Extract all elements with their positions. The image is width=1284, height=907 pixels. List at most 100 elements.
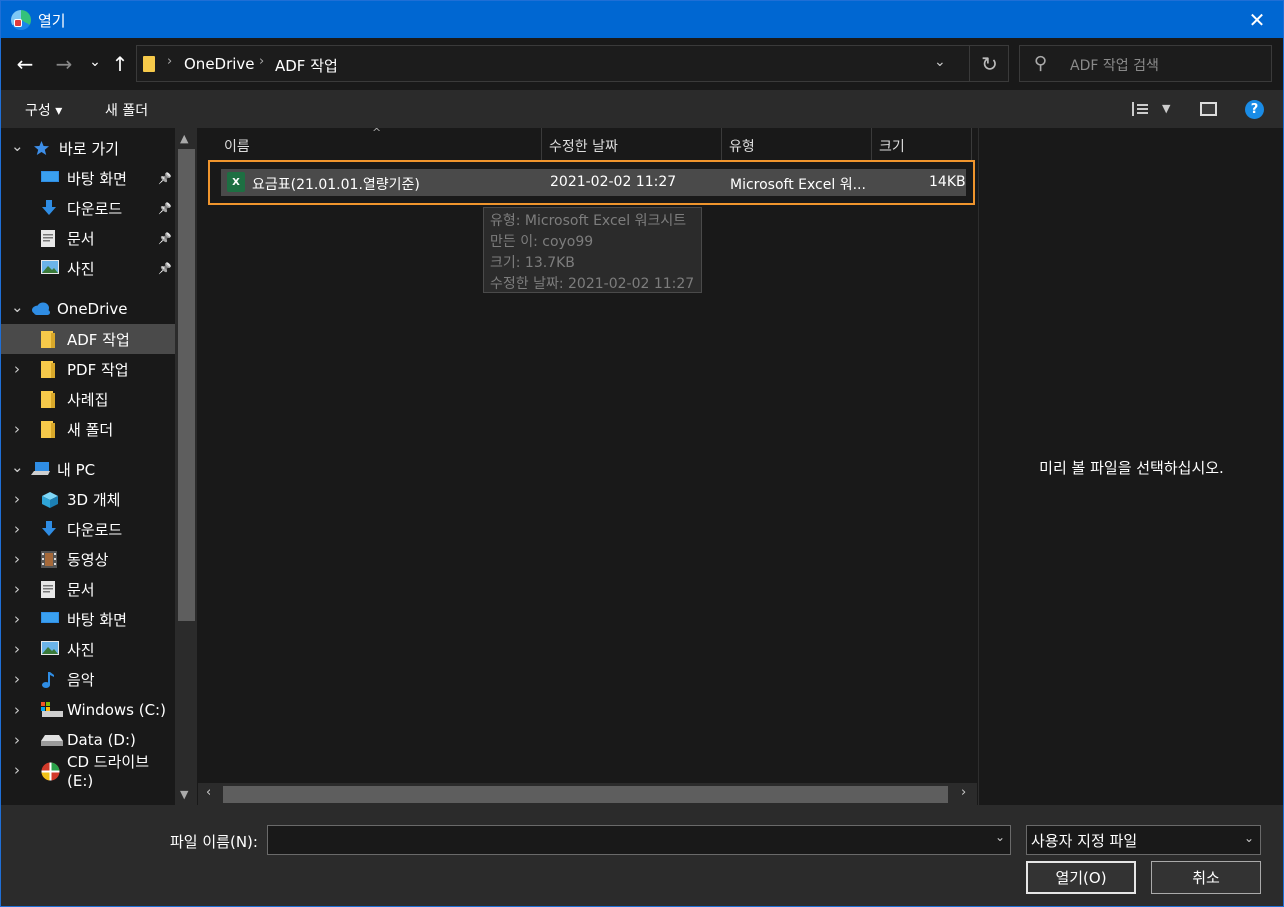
sidebar-item-2[interactable]: 다운로드 📌 bbox=[1, 193, 175, 223]
column-divider[interactable] bbox=[541, 128, 542, 160]
collapsed-chevron-icon[interactable]: › bbox=[11, 670, 23, 688]
sidebar-item-7[interactable]: › PDF 작업 bbox=[1, 354, 175, 384]
sidebar-item-4[interactable]: 사진 📌 bbox=[1, 253, 175, 283]
recent-locations-chevron-icon[interactable]: ⌄ bbox=[83, 50, 107, 74]
breadcrumb-onedrive[interactable]: OneDrive bbox=[184, 55, 255, 73]
sidebar-item-5[interactable]: ⌄ OneDrive bbox=[1, 294, 175, 324]
sidebar-item-label: 문서 bbox=[67, 229, 95, 248]
collapsed-chevron-icon[interactable]: › bbox=[11, 360, 23, 378]
collapsed-chevron-icon[interactable]: › bbox=[11, 580, 23, 598]
cancel-button[interactable]: 취소 bbox=[1151, 861, 1261, 894]
collapsed-chevron-icon[interactable]: › bbox=[11, 420, 23, 438]
sidebar-item-label: Data (D:) bbox=[67, 731, 136, 749]
column-header-type[interactable]: 유형 bbox=[729, 136, 755, 156]
collapsed-chevron-icon[interactable]: › bbox=[11, 640, 23, 658]
star-icon bbox=[33, 140, 50, 155]
file-tooltip: 유형: Microsoft Excel 워크시트 만든 이: coyo99 크기… bbox=[483, 207, 702, 293]
address-dropdown-chevron-icon[interactable]: ⌄ bbox=[934, 54, 946, 70]
filename-field[interactable]: ⌄ bbox=[267, 825, 1011, 855]
file-name[interactable]: 요금표(21.01.01.열량기준) bbox=[252, 174, 420, 194]
filetype-select[interactable]: 사용자 지정 파일 ⌄ bbox=[1026, 825, 1261, 855]
sidebar-item-3[interactable]: 문서 📌 bbox=[1, 223, 175, 253]
sidebar-item-10[interactable]: ⌄ 내 PC bbox=[1, 454, 175, 484]
collapsed-chevron-icon[interactable]: › bbox=[11, 701, 23, 719]
refresh-icon[interactable]: ↻ bbox=[969, 46, 1009, 81]
scroll-right-icon[interactable]: › bbox=[961, 785, 966, 800]
collapsed-chevron-icon[interactable]: › bbox=[11, 610, 23, 628]
sidebar-item-13[interactable]: › 동영상 bbox=[1, 544, 175, 574]
sidebar-item-18[interactable]: › Windows (C:) bbox=[1, 695, 175, 725]
column-divider[interactable] bbox=[971, 128, 972, 160]
scroll-down-icon[interactable]: ▼ bbox=[180, 788, 188, 801]
breadcrumb-separator-icon: › bbox=[167, 54, 173, 69]
drive-d-icon bbox=[41, 732, 63, 747]
file-modified: 2021-02-02 11:27 bbox=[550, 174, 677, 190]
command-toolbar: 구성 ▾ 새 폴더 ▼ ? bbox=[1, 90, 1283, 128]
preview-pane-icon[interactable] bbox=[1200, 102, 1217, 116]
sidebar-item-20[interactable]: › CD 드라이브 (E:) bbox=[1, 753, 175, 790]
search-input[interactable]: ADF 작업 검색 bbox=[1070, 55, 1159, 75]
column-divider[interactable] bbox=[721, 128, 722, 160]
sidebar-scrollbar[interactable]: ▲ ▼ bbox=[175, 128, 197, 805]
column-divider[interactable] bbox=[871, 128, 872, 160]
forward-arrow-icon[interactable]: → bbox=[52, 52, 76, 76]
expanded-chevron-icon[interactable]: ⌄ bbox=[11, 137, 24, 155]
close-icon[interactable]: ✕ bbox=[1237, 3, 1277, 36]
view-options-chevron-icon[interactable]: ▼ bbox=[1162, 102, 1170, 115]
sidebar-item-label: 음악 bbox=[67, 670, 95, 689]
column-header-size[interactable]: 크기 bbox=[879, 136, 905, 156]
collapsed-chevron-icon[interactable]: › bbox=[11, 731, 23, 749]
file-row[interactable]: X 요금표(21.01.01.열량기준) 2021-02-02 11:27 Mi… bbox=[208, 160, 975, 205]
sort-ascending-icon: ^ bbox=[372, 126, 382, 139]
pin-icon: 📌 bbox=[158, 231, 172, 245]
file-row-highlight[interactable]: X 요금표(21.01.01.열량기준) 2021-02-02 11:27 Mi… bbox=[221, 169, 966, 196]
folder-icon bbox=[41, 331, 58, 348]
download-icon bbox=[41, 200, 58, 215]
folder-icon bbox=[41, 361, 58, 378]
sidebar-item-0[interactable]: ⌄ 바로 가기 bbox=[1, 133, 175, 163]
sidebar-item-8[interactable]: 사례집 bbox=[1, 384, 175, 414]
collapsed-chevron-icon[interactable]: › bbox=[11, 490, 23, 508]
back-arrow-icon[interactable]: ← bbox=[13, 52, 37, 76]
sidebar-item-11[interactable]: › 3D 개체 bbox=[1, 484, 175, 514]
open-button[interactable]: 열기(O) bbox=[1026, 861, 1136, 894]
up-arrow-icon[interactable]: ↑ bbox=[108, 52, 132, 76]
organize-menu-button[interactable]: 구성 ▾ bbox=[25, 100, 62, 120]
help-icon[interactable]: ? bbox=[1245, 100, 1264, 119]
sidebar-item-12[interactable]: › 다운로드 bbox=[1, 514, 175, 544]
file-list-hscrollbar[interactable]: ‹ › bbox=[198, 783, 977, 805]
sidebar-item-17[interactable]: › 음악 bbox=[1, 664, 175, 694]
sidebar-item-label: 내 PC bbox=[57, 460, 96, 479]
filename-dropdown-chevron-icon[interactable]: ⌄ bbox=[995, 830, 1005, 844]
address-bar[interactable]: › OneDrive › ADF 작업 ⌄ ↻ bbox=[136, 45, 1009, 82]
expanded-chevron-icon[interactable]: ⌄ bbox=[11, 298, 24, 316]
sidebar-item-label: 사례집 bbox=[67, 390, 109, 409]
breadcrumb-adf[interactable]: ADF 작업 bbox=[275, 55, 338, 76]
sidebar-item-9[interactable]: › 새 폴더 bbox=[1, 414, 175, 444]
sidebar-item-16[interactable]: › 사진 bbox=[1, 634, 175, 664]
filename-label: 파일 이름(N): bbox=[170, 833, 258, 851]
expanded-chevron-icon[interactable]: ⌄ bbox=[11, 458, 24, 476]
column-header-modified[interactable]: 수정한 날짜 bbox=[549, 136, 618, 156]
sidebar-item-14[interactable]: › 문서 bbox=[1, 574, 175, 604]
sidebar-item-label: 사진 bbox=[67, 640, 95, 659]
scroll-up-icon[interactable]: ▲ bbox=[180, 132, 188, 145]
sidebar-item-label: ADF 작업 bbox=[67, 330, 130, 349]
scroll-left-icon[interactable]: ‹ bbox=[206, 785, 211, 800]
scrollbar-thumb[interactable] bbox=[178, 149, 195, 621]
column-header-name[interactable]: 이름 bbox=[224, 136, 250, 156]
sidebar-item-15[interactable]: › 바탕 화면 bbox=[1, 604, 175, 634]
view-options-icon[interactable] bbox=[1132, 102, 1148, 116]
new-folder-button[interactable]: 새 폴더 bbox=[105, 100, 148, 120]
collapsed-chevron-icon[interactable]: › bbox=[11, 761, 23, 779]
collapsed-chevron-icon[interactable]: › bbox=[11, 520, 23, 538]
dialog-footer: 파일 이름(N): ⌄ 사용자 지정 파일 ⌄ 열기(O) 취소 bbox=[1, 805, 1283, 906]
sidebar-item-1[interactable]: 바탕 화면 📌 bbox=[1, 163, 175, 193]
music-icon bbox=[41, 671, 58, 688]
search-box[interactable]: ⚲ ADF 작업 검색 bbox=[1019, 45, 1272, 82]
collapsed-chevron-icon[interactable]: › bbox=[11, 550, 23, 568]
scrollbar-thumb[interactable] bbox=[223, 786, 948, 803]
sidebar-item-label: 바로 가기 bbox=[59, 139, 119, 158]
sidebar-item-label: 새 폴더 bbox=[67, 420, 114, 439]
sidebar-item-6[interactable]: ADF 작업 bbox=[1, 324, 175, 354]
